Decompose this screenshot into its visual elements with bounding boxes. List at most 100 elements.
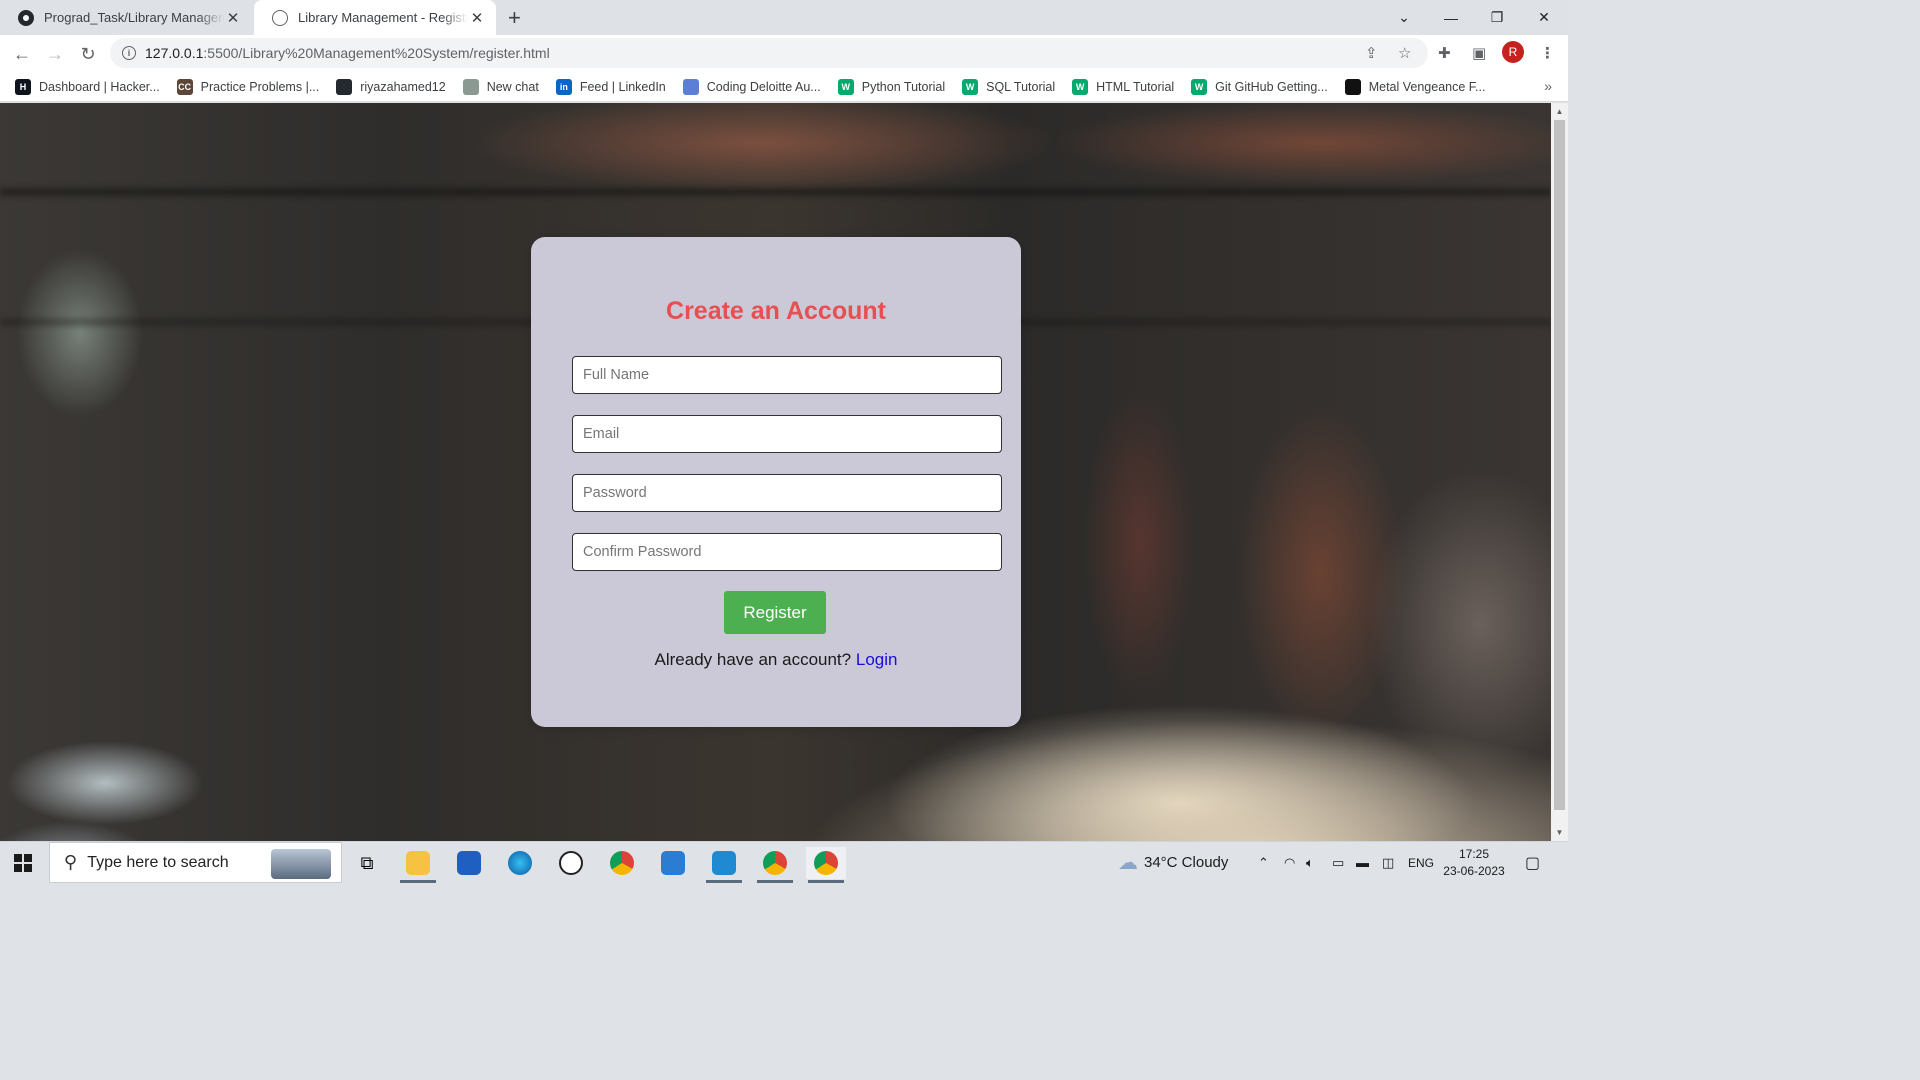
file-explorer-icon[interactable]	[398, 847, 438, 883]
side-panel-icon[interactable]: ▣	[1472, 38, 1486, 68]
form-title: Create an Account	[666, 297, 886, 325]
page-scrollbar[interactable]: ▲ ▼	[1551, 103, 1568, 841]
chrome-profile-icon[interactable]	[755, 847, 795, 883]
bookmarks-bar: H Dashboard | Hacker... CC Practice Problem…	[0, 72, 1568, 102]
notification-icon[interactable]: ▢	[1525, 842, 1540, 883]
new-tab-button[interactable]: +	[508, 5, 521, 31]
bookmark-item[interactable]: in Feed | LinkedIn	[555, 78, 666, 95]
display-icon[interactable]: ▭	[1332, 842, 1344, 883]
full-name-input[interactable]	[572, 356, 1002, 394]
bookmark-label: Metal Vengeance F...	[1368, 79, 1486, 94]
weather-text: 34°C Cloudy	[1144, 854, 1229, 871]
scrollbar-thumb[interactable]	[1554, 120, 1565, 810]
back-arrow-icon[interactable]: ←	[9, 41, 35, 67]
mail-icon[interactable]	[653, 847, 693, 879]
language-indicator[interactable]: ENG	[1408, 842, 1434, 883]
reload-icon[interactable]: ↻	[75, 41, 101, 67]
gem-icon	[682, 78, 699, 95]
tab-strip: Prograd_Task/Library Manageme ✕ Library …	[0, 0, 1568, 35]
tab-registration[interactable]: Library Management - Registratic ✕	[254, 0, 496, 35]
confirm-password-input[interactable]	[572, 533, 1002, 571]
bookmark-label: Feed | LinkedIn	[579, 79, 666, 94]
chrome-active-icon[interactable]	[806, 847, 846, 883]
bookmarks-more-icon[interactable]: »	[1544, 78, 1552, 94]
bookmark-label: Dashboard | Hacker...	[39, 79, 160, 94]
tab-search-icon[interactable]: ⌄	[1381, 0, 1427, 35]
bookmark-item[interactable]: W Git GitHub Getting...	[1191, 78, 1328, 95]
menu-kebab-icon[interactable]: ⋮	[1540, 38, 1555, 68]
shelf-line	[0, 188, 1551, 196]
bookmark-item[interactable]: W SQL Tutorial	[962, 78, 1056, 95]
scroll-up-icon[interactable]: ▲	[1551, 103, 1568, 120]
minimize-button[interactable]: —	[1428, 0, 1474, 35]
hackerrank-icon: H	[15, 78, 31, 95]
scroll-down-icon[interactable]: ▼	[1551, 824, 1568, 841]
profile-avatar[interactable]: R	[1502, 41, 1524, 63]
bookmark-item[interactable]: CC Practice Problems |...	[176, 78, 320, 95]
taskbar-search[interactable]: ⚲ Type here to search	[49, 842, 342, 883]
bookmark-item[interactable]: Metal Vengeance F...	[1344, 78, 1486, 95]
edge-icon[interactable]	[500, 847, 540, 879]
bookmark-label: SQL Tutorial	[986, 79, 1056, 94]
window-close-button[interactable]: ✕	[1521, 0, 1567, 35]
meet-icon[interactable]: ◫	[1382, 842, 1394, 883]
close-icon[interactable]: ✕	[224, 9, 242, 27]
codechef-icon: CC	[176, 78, 193, 95]
info-icon[interactable]: i	[122, 46, 136, 60]
task-view-icon[interactable]: ⧉	[347, 847, 387, 879]
bookmark-item[interactable]: W Python Tutorial	[837, 78, 945, 95]
url-path: :5500/Library%20Management%20System/regi…	[203, 45, 550, 61]
volume-icon[interactable]: 🔈︎	[1306, 842, 1314, 883]
browser-toolbar: ← → ↻ i 127.0.0.1:5500/Library%20Managem…	[0, 35, 1568, 72]
email-input[interactable]	[572, 415, 1002, 453]
address-bar[interactable]: i 127.0.0.1:5500/Library%20Management%20…	[110, 38, 1428, 68]
w3schools-icon: W	[1191, 78, 1208, 95]
login-prompt: Already have an account?	[654, 650, 852, 669]
vengeance-icon	[1344, 78, 1361, 95]
tab-title: Library Management - Registratic	[298, 10, 468, 25]
bookmark-item[interactable]: H Dashboard | Hacker...	[15, 78, 160, 95]
password-input[interactable]	[572, 474, 1002, 512]
linkedin-icon: in	[555, 78, 572, 95]
register-card: Create an Account Register Already have …	[531, 237, 1021, 727]
star-icon[interactable]: ☆	[1398, 38, 1411, 68]
bookmark-item[interactable]: Coding Deloitte Au...	[682, 78, 821, 95]
search-highlight-image	[271, 849, 331, 879]
chrome-icon[interactable]	[602, 847, 642, 879]
w3schools-icon: W	[837, 78, 854, 95]
forward-arrow-icon[interactable]: →	[42, 41, 68, 67]
wifi-icon[interactable]: ◠	[1284, 842, 1295, 883]
tab-title: Prograd_Task/Library Manageme	[44, 10, 224, 25]
share-icon[interactable]: ⇪	[1365, 38, 1378, 68]
tray-chevron-icon[interactable]: ⌃	[1258, 842, 1269, 883]
store-icon[interactable]	[449, 847, 489, 879]
windows-start-icon[interactable]	[14, 854, 32, 872]
bookmark-item[interactable]: New chat	[462, 78, 539, 95]
clock-time: 17:25	[1458, 847, 1490, 861]
bookmark-label: HTML Tutorial	[1096, 79, 1175, 94]
w3schools-icon: W	[1072, 78, 1089, 95]
login-prompt-line: Already have an account? Login	[531, 650, 1021, 670]
bookmark-label: Coding Deloitte Au...	[706, 79, 821, 94]
url-text[interactable]: 127.0.0.1:5500/Library%20Management%20Sy…	[145, 45, 550, 61]
bookmark-label: New chat	[486, 79, 539, 94]
restore-button[interactable]: ❐	[1474, 0, 1520, 35]
github-icon	[18, 9, 34, 26]
close-icon[interactable]: ✕	[468, 9, 486, 27]
weather-widget[interactable]: ☁ 34°C Cloudy	[1118, 842, 1228, 883]
dell-icon[interactable]	[551, 847, 591, 879]
cloud-icon: ☁	[1118, 852, 1138, 874]
clock[interactable]: 17:25 23-06-2023	[1440, 846, 1508, 880]
taskbar-search-text: Type here to search	[87, 853, 229, 871]
bookmark-label: Git GitHub Getting...	[1215, 79, 1328, 94]
battery-icon[interactable]: ▬	[1356, 842, 1369, 883]
tab-github[interactable]: Prograd_Task/Library Manageme ✕	[0, 0, 252, 35]
register-button[interactable]: Register	[724, 591, 826, 634]
bookmark-item[interactable]: W HTML Tutorial	[1072, 78, 1175, 95]
login-link[interactable]: Login	[856, 650, 898, 669]
extensions-icon[interactable]: ✚	[1438, 38, 1451, 68]
bookmark-item[interactable]: riyazahamed12	[336, 78, 446, 95]
vscode-icon[interactable]	[704, 847, 744, 883]
bookmark-label: Practice Problems |...	[200, 79, 320, 94]
search-icon: ⚲	[64, 852, 78, 872]
